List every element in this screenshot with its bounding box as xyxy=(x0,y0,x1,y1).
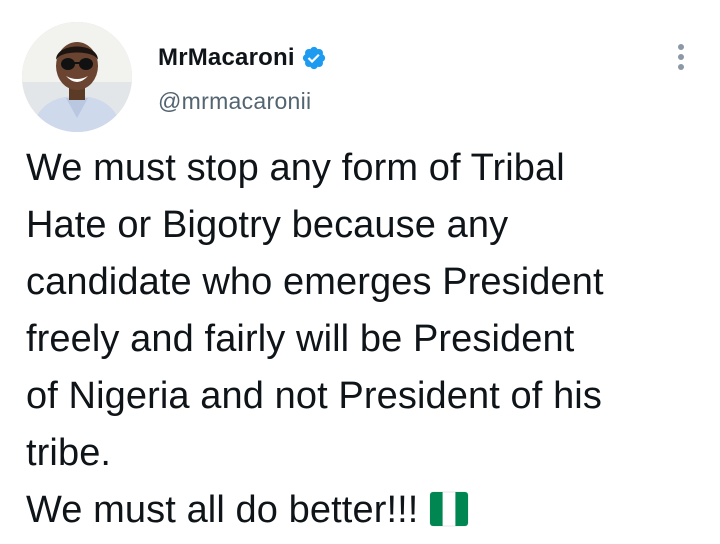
avatar[interactable] xyxy=(22,22,132,132)
more-dot xyxy=(678,54,684,60)
tweet-text: We must stop any form of Tribal Hate or … xyxy=(26,140,711,539)
tweet-last-line: We must all do better!!! xyxy=(26,482,711,539)
author-name-row: MrMacaroni xyxy=(158,40,327,76)
tweet-line: tribe. xyxy=(26,432,112,474)
tweet-line: We must stop any form of Tribal xyxy=(26,147,565,189)
profile-photo-icon xyxy=(22,22,132,132)
more-dot xyxy=(678,44,684,50)
more-options-icon[interactable] xyxy=(664,34,698,80)
nigeria-flag-emoji xyxy=(428,488,470,528)
display-name[interactable]: MrMacaroni xyxy=(158,44,295,72)
author-handle[interactable]: @mrmacaronii xyxy=(158,88,311,115)
tweet-line: We must all do better!!! xyxy=(26,489,419,531)
tweet-line: freely and fairly will be President xyxy=(26,318,575,360)
more-dot xyxy=(678,64,684,70)
tweet-card: MrMacaroni @mrmacaronii We must stop any… xyxy=(0,0,720,544)
tweet-line: candidate who emerges President xyxy=(26,261,604,303)
tweet-line: of Nigeria and not President of his xyxy=(26,375,602,417)
verified-badge-icon xyxy=(301,45,327,71)
tweet-line: Hate or Bigotry because any xyxy=(26,204,509,246)
